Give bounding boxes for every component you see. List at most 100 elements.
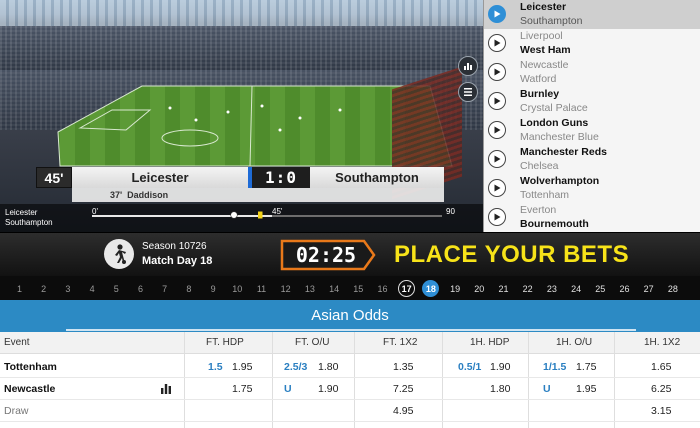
timeline-half-label: 45' bbox=[272, 207, 283, 216]
home-team: Burnley bbox=[520, 88, 560, 101]
timeline-team-names: Leicester Southampton bbox=[5, 208, 53, 228]
timeline-start-label: 0' bbox=[92, 207, 98, 216]
play-icon[interactable] bbox=[488, 92, 506, 111]
match-day-9[interactable]: 9 bbox=[205, 280, 222, 297]
match-day-15[interactable]: 15 bbox=[350, 280, 367, 297]
col-ft-hdp: FT. HDP bbox=[206, 337, 244, 348]
play-icon[interactable] bbox=[488, 208, 506, 227]
1h-ou-odds[interactable]: 1.75 bbox=[576, 361, 596, 373]
match-day-28[interactable]: 28 bbox=[664, 280, 681, 297]
play-icon[interactable] bbox=[488, 179, 506, 198]
match-day-5[interactable]: 5 bbox=[108, 280, 125, 297]
match-day-7[interactable]: 7 bbox=[156, 280, 173, 297]
list-icon[interactable] bbox=[458, 82, 478, 102]
event-name: Newcastle bbox=[4, 383, 56, 395]
match-day-2[interactable]: 2 bbox=[35, 280, 52, 297]
match-list-item[interactable]: Manchester Reds Chelsea bbox=[484, 145, 700, 174]
match-list-item[interactable]: Liverpool West Ham bbox=[484, 29, 700, 58]
1h-hdp-odds[interactable]: 1.80 bbox=[490, 383, 510, 395]
match-day-21[interactable]: 21 bbox=[495, 280, 512, 297]
1h-ou-line: 1/1.5 bbox=[543, 361, 567, 373]
match-day-10[interactable]: 10 bbox=[229, 280, 246, 297]
col-event: Event bbox=[4, 337, 30, 348]
match-day-22[interactable]: 22 bbox=[519, 280, 536, 297]
1h-1x2-odds[interactable]: 6.25 bbox=[651, 383, 671, 395]
away-team-name: Southampton bbox=[310, 167, 444, 188]
match-teams: Everton Bournemouth bbox=[520, 203, 589, 231]
match-day-16[interactable]: 16 bbox=[374, 280, 391, 297]
1h-hdp-odds[interactable]: 1.90 bbox=[490, 361, 510, 373]
ft-1x2-odds[interactable]: 1.35 bbox=[393, 361, 413, 373]
ft-hdp-line: 1.5 bbox=[208, 361, 223, 373]
match-list-item[interactable]: Leicester Southampton bbox=[484, 0, 700, 29]
play-icon[interactable] bbox=[488, 150, 506, 169]
home-team: Wolverhampton bbox=[520, 175, 600, 188]
goal-scorer: Daddison bbox=[127, 190, 169, 200]
home-team: Everton bbox=[520, 204, 557, 217]
match-day-17[interactable]: 17 bbox=[398, 280, 416, 297]
1h-1x2-odds[interactable]: 3.15 bbox=[651, 405, 671, 417]
video-side-controls bbox=[458, 56, 478, 108]
match-day-19[interactable]: 19 bbox=[447, 280, 464, 297]
match-day-13[interactable]: 13 bbox=[301, 280, 318, 297]
ft-hdp-odds[interactable]: 1.95 bbox=[232, 361, 252, 373]
play-icon[interactable] bbox=[488, 121, 506, 140]
match-teams: Burnley Crystal Palace bbox=[520, 87, 588, 115]
match-teams: Wolverhampton Tottenham bbox=[520, 174, 599, 202]
home-team: London Guns bbox=[520, 117, 589, 130]
stats-icon[interactable] bbox=[160, 383, 172, 394]
match-day-12[interactable]: 12 bbox=[277, 280, 294, 297]
timeline-progress bbox=[92, 215, 272, 217]
away-team: Tottenham bbox=[520, 189, 570, 202]
match-minute: 45' bbox=[36, 167, 72, 188]
match-day-18[interactable]: 18 bbox=[422, 280, 440, 297]
1h-ou-odds[interactable]: 1.95 bbox=[576, 383, 596, 395]
countdown-timer: 02:25 bbox=[295, 243, 357, 267]
1h-1x2-odds[interactable]: 1.65 bbox=[651, 361, 671, 373]
away-team: Manchester Blue bbox=[520, 131, 599, 144]
stats-icon[interactable] bbox=[458, 56, 478, 76]
match-list-item[interactable]: Wolverhampton Tottenham bbox=[484, 174, 700, 203]
col-ft-ou: FT. O/U bbox=[295, 337, 330, 348]
match-day-20[interactable]: 20 bbox=[471, 280, 488, 297]
bet-bar: Season 10726 Match Day 18 02:25 PLACE YO… bbox=[0, 232, 700, 276]
play-icon[interactable] bbox=[488, 63, 506, 82]
1h-ou-line: U bbox=[543, 383, 551, 395]
match-day-8[interactable]: 8 bbox=[180, 280, 197, 297]
odds-column-headers: Event FT. HDP FT. O/U FT. 1X2 1H. HDP 1H… bbox=[0, 332, 700, 354]
play-icon[interactable] bbox=[488, 34, 506, 53]
match-day-6[interactable]: 6 bbox=[132, 280, 149, 297]
match-day-strip: 1 2 3 4 5 6 7 8 9 10 11 12 13 14 15 16 17 18 19 20 21 22 23 24 2… bbox=[0, 276, 700, 300]
col-1h-ou: 1H. O/U bbox=[556, 337, 593, 348]
goal-info: 37' Daddison bbox=[72, 188, 444, 202]
match-day-25[interactable]: 25 bbox=[592, 280, 609, 297]
match-list-item[interactable]: Everton Bournemouth bbox=[484, 203, 700, 232]
play-icon[interactable] bbox=[488, 5, 506, 24]
event-name: Tottenham bbox=[4, 361, 57, 373]
ft-hdp-odds[interactable]: 1.75 bbox=[232, 383, 252, 395]
match-day-26[interactable]: 26 bbox=[616, 280, 633, 297]
match-list-item[interactable]: Newcastle Watford bbox=[484, 58, 700, 87]
match-list-item[interactable]: Burnley Crystal Palace bbox=[484, 87, 700, 116]
match-day-14[interactable]: 14 bbox=[326, 280, 343, 297]
ft-1x2-odds[interactable]: 7.25 bbox=[393, 383, 413, 395]
match-day-23[interactable]: 23 bbox=[543, 280, 560, 297]
ft-1x2-odds[interactable]: 4.95 bbox=[393, 405, 413, 417]
match-day-24[interactable]: 24 bbox=[568, 280, 585, 297]
match-day-11[interactable]: 11 bbox=[253, 280, 270, 297]
ball-icon bbox=[230, 211, 238, 219]
match-day-1[interactable]: 1 bbox=[11, 280, 28, 297]
ft-ou-odds[interactable]: 1.80 bbox=[318, 361, 338, 373]
match-timeline: Leicester Southampton 0' 45' 90 bbox=[0, 204, 483, 232]
scoreboard: 45' Leicester 1:0 Southampton bbox=[36, 167, 444, 188]
yellow-card-icon bbox=[258, 211, 263, 219]
match-list: Leicester Southampton Liverpool West Ham New… bbox=[483, 0, 700, 232]
match-day-27[interactable]: 27 bbox=[640, 280, 657, 297]
away-team: Watford bbox=[520, 73, 557, 86]
home-team-name: Leicester bbox=[72, 167, 248, 188]
match-day-3[interactable]: 3 bbox=[59, 280, 76, 297]
match-teams: Liverpool West Ham bbox=[520, 29, 571, 57]
match-day-4[interactable]: 4 bbox=[84, 280, 101, 297]
ft-ou-odds[interactable]: 1.90 bbox=[318, 383, 338, 395]
match-list-item[interactable]: London Guns Manchester Blue bbox=[484, 116, 700, 145]
